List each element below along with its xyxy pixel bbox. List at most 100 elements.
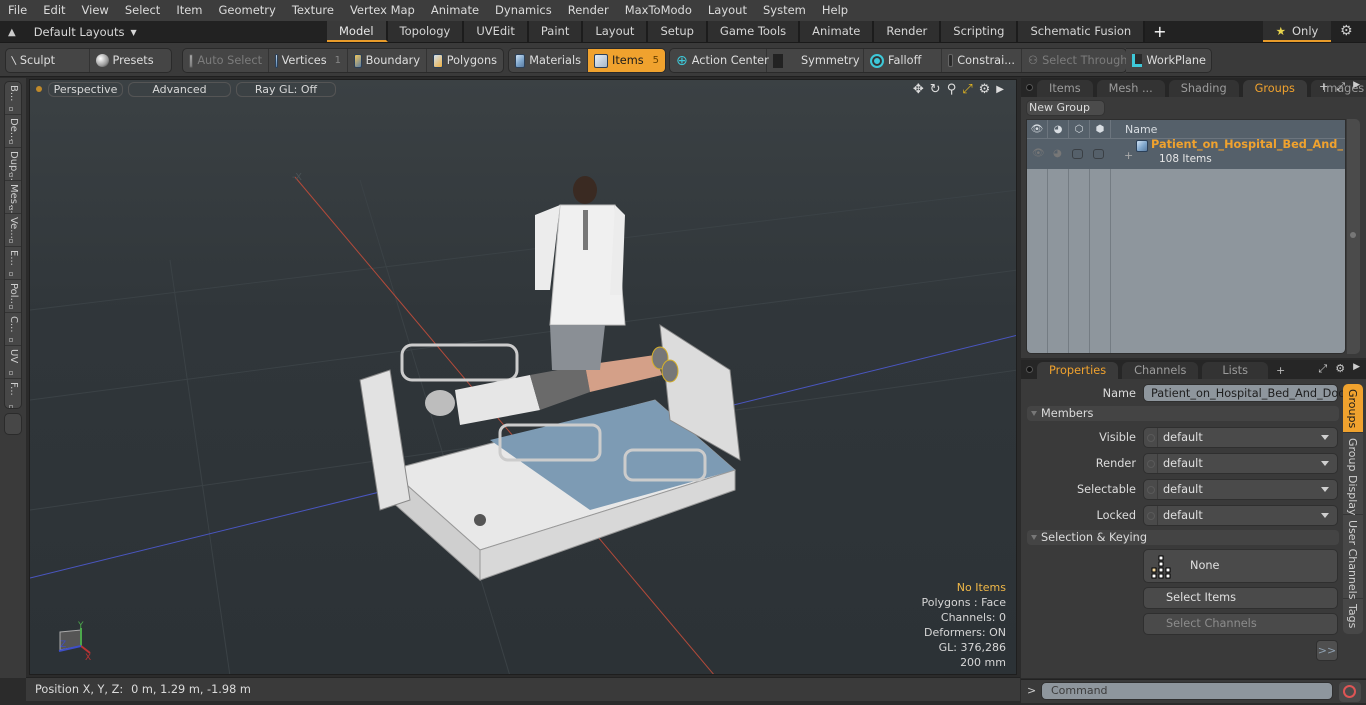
name-input[interactable]: Patient_on_Hospital_Bed_And_Doctor — [1143, 384, 1360, 402]
left-tab-vertex[interactable]: Ve... — [5, 214, 21, 247]
visibility-eye-icon[interactable]: 👁 — [1027, 120, 1048, 138]
select-channels-button[interactable]: Select Channels — [1143, 613, 1338, 635]
select-through-button[interactable]: ⚇ Select Through — [1022, 49, 1126, 72]
left-tab-polygon[interactable]: Pol... — [5, 280, 21, 313]
shading-dropdown[interactable]: Advanced — [128, 82, 231, 97]
menu-vertex-map[interactable]: Vertex Map — [342, 0, 423, 21]
selection-set-dropdown[interactable]: None — [1143, 549, 1338, 583]
row-camera-icon[interactable]: ◕ — [1053, 148, 1062, 159]
tab-paint[interactable]: Paint — [528, 21, 584, 42]
menu-animate[interactable]: Animate — [423, 0, 487, 21]
left-tab-mesh-edit[interactable]: Mes... — [5, 181, 21, 214]
render-dropdown[interactable]: default — [1143, 453, 1338, 474]
menu-file[interactable]: File — [0, 0, 35, 21]
left-tab-duplicate[interactable]: Dup... — [5, 148, 21, 181]
tab-topology[interactable]: Topology — [387, 21, 465, 42]
tab-groups[interactable]: Groups — [1242, 80, 1307, 97]
row-eye-icon[interactable]: 👁 — [1032, 148, 1045, 159]
falloff-button[interactable]: Falloff — [864, 49, 942, 72]
expand-right-icon[interactable]: ▶ — [1353, 80, 1360, 94]
locked-key-icon[interactable] — [1144, 506, 1158, 525]
command-input[interactable]: Command — [1041, 682, 1333, 700]
tab-mesh[interactable]: Mesh ... — [1096, 80, 1165, 97]
zoom-icon[interactable]: ⚲ — [947, 82, 957, 97]
left-tab-fusion[interactable]: F... — [5, 379, 21, 408]
auto-select-button[interactable]: Auto Select — [183, 49, 269, 72]
pan-icon[interactable]: ✥ — [913, 82, 924, 97]
visible-dropdown[interactable]: default — [1143, 427, 1338, 448]
side-tab-group-display[interactable]: Group Display — [1343, 433, 1363, 516]
tab-render[interactable]: Render — [874, 21, 942, 42]
menu-system[interactable]: System — [755, 0, 814, 21]
lock-cube-icon[interactable]: ⬡ — [1069, 120, 1090, 138]
panel-menu-icon[interactable] — [1026, 84, 1033, 91]
selectable-key-icon[interactable] — [1144, 480, 1158, 499]
selectable-dropdown[interactable]: default — [1143, 479, 1338, 500]
expand-right-icon[interactable]: ▶ — [1353, 362, 1360, 376]
materials-button[interactable]: Materials — [509, 49, 588, 72]
menu-maxtomodo[interactable]: MaxToModo — [617, 0, 700, 21]
add-tab-icon[interactable]: + — [1276, 362, 1285, 379]
menu-select[interactable]: Select — [117, 0, 168, 21]
polygons-button[interactable]: Polygons — [427, 49, 503, 72]
panel-menu-icon[interactable] — [1026, 366, 1033, 373]
tab-animate[interactable]: Animate — [800, 21, 875, 42]
tab-scripting[interactable]: Scripting — [941, 21, 1019, 42]
constraints-button[interactable]: Constrai... — [942, 49, 1022, 72]
new-group-button[interactable]: New Group — [1026, 100, 1105, 116]
maximize-panel-icon[interactable]: ⤢ — [1318, 362, 1327, 376]
sculpt-button[interactable]: / Sculpt — [6, 49, 90, 72]
menu-view[interactable]: View — [74, 0, 117, 21]
tab-uvedit[interactable]: UVEdit — [464, 21, 529, 42]
boundary-button[interactable]: Boundary — [348, 49, 427, 72]
gear-icon[interactable]: ⚙ — [1335, 362, 1345, 376]
render-camera-icon[interactable]: ◕ — [1048, 120, 1069, 138]
expand-right-icon[interactable]: ▶ — [996, 84, 1004, 97]
menu-geometry[interactable]: Geometry — [211, 0, 284, 21]
locked-dropdown[interactable]: default — [1143, 505, 1338, 526]
menu-render[interactable]: Render — [560, 0, 617, 21]
menu-layout[interactable]: Layout — [700, 0, 755, 21]
perspective-dropdown[interactable]: Perspective — [48, 82, 123, 97]
tab-properties[interactable]: Properties — [1037, 362, 1119, 379]
menu-dynamics[interactable]: Dynamics — [487, 0, 560, 21]
action-center-button[interactable]: ⊕ Action Center — [670, 49, 769, 72]
menu-help[interactable]: Help — [814, 0, 856, 21]
visible-key-icon[interactable] — [1144, 428, 1158, 447]
tab-layout[interactable]: Layout — [583, 21, 649, 42]
left-tab-uv[interactable]: UV — [5, 346, 21, 379]
menu-edit[interactable]: Edit — [35, 0, 73, 21]
add-tab-icon[interactable]: + — [1319, 80, 1328, 94]
select-cube-icon[interactable]: ⬢ — [1090, 120, 1111, 138]
select-items-button[interactable]: Select Items — [1143, 587, 1338, 609]
group-row[interactable]: 👁 ◕ + Patient_on_Hospital_Bed_And_ ... 1… — [1027, 138, 1345, 169]
render-key-icon[interactable] — [1144, 454, 1158, 473]
workplane-button[interactable]: WorkPlane — [1126, 49, 1211, 72]
record-button[interactable] — [1339, 682, 1361, 702]
viewport-gear-icon[interactable]: ⚙ — [979, 82, 991, 97]
presets-button[interactable]: Presets — [90, 49, 172, 72]
viewport-status-dot[interactable] — [36, 86, 42, 92]
left-tab-basic[interactable]: B... — [5, 82, 21, 115]
tab-schematic-fusion[interactable]: Schematic Fusion — [1018, 21, 1146, 42]
left-tab-deform[interactable]: De... — [5, 115, 21, 148]
rotate-icon[interactable]: ↻ — [930, 82, 941, 97]
only-toggle[interactable]: ★ Only — [1263, 21, 1331, 42]
expand-plus-icon[interactable]: + — [1124, 149, 1133, 162]
more-button[interactable]: >> — [1316, 640, 1338, 661]
raygl-toggle[interactable]: Ray GL: Off — [236, 82, 336, 97]
left-tab-curve[interactable]: C... — [5, 313, 21, 346]
name-column-header[interactable]: Name — [1111, 123, 1157, 136]
items-button[interactable]: Items 5 — [588, 49, 665, 72]
vertices-button[interactable]: Vertices 1 — [269, 49, 348, 72]
row-lock-checkbox[interactable] — [1072, 149, 1083, 159]
layouts-dropdown[interactable]: ▲ Default Layouts ▼ — [8, 21, 137, 43]
collapse-up-icon[interactable]: ▲ — [8, 27, 16, 38]
row-select-checkbox[interactable] — [1093, 149, 1104, 159]
tab-shading[interactable]: Shading — [1168, 80, 1239, 97]
tab-model[interactable]: Model — [327, 21, 388, 42]
tab-channels[interactable]: Channels — [1122, 362, 1199, 379]
tab-items[interactable]: Items — [1037, 80, 1093, 97]
maximize-panel-icon[interactable]: ⤢ — [1336, 80, 1345, 94]
gear-icon[interactable]: ⚙ — [1340, 23, 1353, 39]
